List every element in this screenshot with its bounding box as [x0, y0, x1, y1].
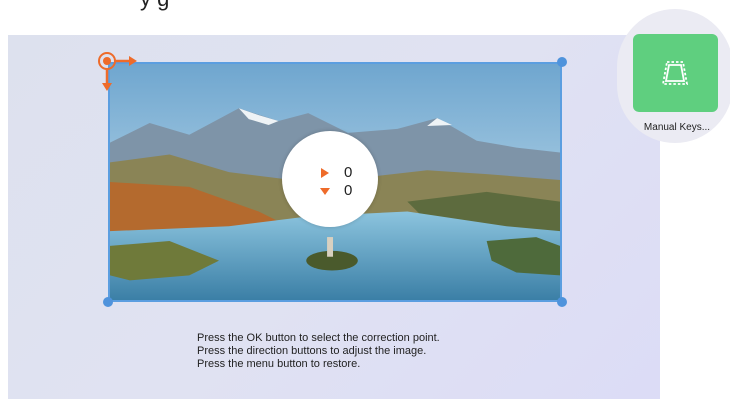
- move-arrows-icon: [98, 52, 137, 91]
- instruction-line-2: Press the direction buttons to adjust th…: [197, 345, 427, 357]
- horizontal-offset-value: 0: [344, 164, 353, 181]
- selected-correction-point[interactable]: [97, 51, 137, 91]
- instruction-line-1: Press the OK button to select the correc…: [197, 332, 440, 344]
- vertical-offset-value: 0: [344, 182, 353, 199]
- right-arrow-icon: [321, 167, 329, 178]
- corner-handle-bottom-left[interactable]: [103, 297, 113, 307]
- corner-handle-top-right[interactable]: [557, 57, 567, 67]
- offset-readout: 0 0: [282, 131, 378, 227]
- app-label: Manual Keys...: [643, 122, 711, 133]
- horizontal-offset: 0: [320, 164, 352, 181]
- corner-handle-bottom-right[interactable]: [557, 297, 567, 307]
- vertical-offset: 0: [320, 182, 352, 199]
- partial-header-text: y g: [140, 0, 169, 12]
- instruction-line-3: Press the menu button to restore.: [197, 358, 361, 370]
- instructions-text: Press the OK button to select the correc…: [197, 332, 440, 371]
- manual-keystone-app-tile[interactable]: [633, 34, 718, 112]
- keystone-trapezoid-icon: [661, 61, 689, 85]
- down-arrow-icon: [320, 187, 330, 195]
